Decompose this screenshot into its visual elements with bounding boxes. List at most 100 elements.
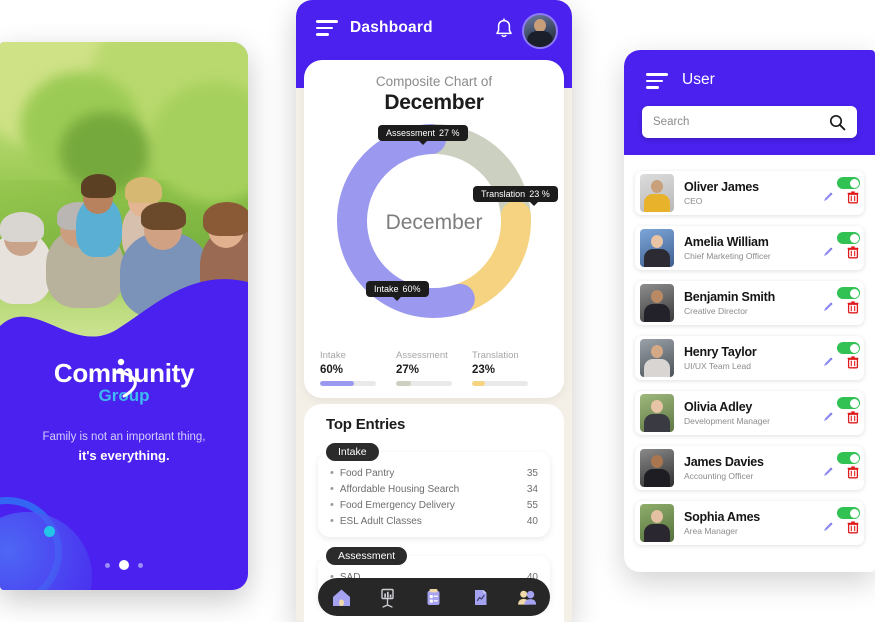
user-role: Chief Marketing Officer <box>684 251 771 262</box>
blob-decoration <box>0 512 92 590</box>
tagline-line-1: Family is not an important thing, <box>42 431 206 443</box>
pager-dot-active[interactable] <box>119 560 129 570</box>
user-row[interactable]: Sophia Ames Area Manager <box>635 501 864 545</box>
trash-delete-icon[interactable] <box>847 356 859 374</box>
entry-group: Intake • Food Pantry 35 • Affordable Housing … <box>318 442 550 537</box>
pager-dot[interactable] <box>138 562 143 568</box>
report-document-icon[interactable] <box>469 586 491 608</box>
user-avatar <box>640 504 674 542</box>
onboarding-panel: Community Group Family is not an importa… <box>0 42 248 590</box>
trash-delete-icon[interactable] <box>847 521 859 539</box>
entry-row: • Food Pantry 35 <box>330 465 538 481</box>
trash-delete-icon[interactable] <box>847 466 859 484</box>
entry-name: Affordable Housing Search <box>339 483 460 495</box>
status-toggle[interactable] <box>837 452 860 464</box>
trash-delete-icon[interactable] <box>847 191 859 209</box>
user-row-actions <box>820 281 864 325</box>
user-text: Henry Taylor UI/UX Team Lead <box>674 345 820 371</box>
user-avatar <box>640 449 674 487</box>
user-row-actions <box>820 336 864 380</box>
pager-dot[interactable] <box>105 562 110 568</box>
entry-row: • Affordable Housing Search 34 <box>330 481 538 497</box>
user-row-actions <box>820 391 864 435</box>
user-row[interactable]: Amelia William Chief Marketing Officer <box>635 226 864 270</box>
entry-value: 34 <box>526 483 538 495</box>
legend-value: 27% <box>396 364 420 376</box>
chart-label-assessment-name: Assessment <box>386 128 436 138</box>
search-box[interactable] <box>642 106 857 138</box>
user-row[interactable]: Olivia Adley Development Manager <box>635 391 864 435</box>
user-avatar <box>640 174 674 212</box>
status-toggle[interactable] <box>837 342 860 354</box>
hamburger-icon[interactable] <box>316 20 338 36</box>
user-avatar <box>640 284 674 322</box>
user-role: Area Manager <box>684 526 738 537</box>
status-toggle[interactable] <box>837 177 860 189</box>
user-row[interactable]: James Davies Accounting Officer <box>635 446 864 490</box>
legend-name: Assessment <box>396 350 448 361</box>
page-title: Dashboard <box>350 19 433 36</box>
tagline: Family is not an important thing, it's e… <box>0 429 248 466</box>
legend-name: Intake <box>320 350 346 361</box>
entry-value: 35 <box>526 467 538 479</box>
entry-row: • Food Emergency Delivery 55 <box>330 497 538 513</box>
legend-value: 60% <box>320 364 344 376</box>
cyan-dot-decoration <box>44 526 55 537</box>
user-text: Olivia Adley Development Manager <box>674 400 820 426</box>
entry-name: Food Emergency Delivery <box>339 499 455 511</box>
user-name: Sophia Ames <box>684 509 760 524</box>
user-avatar <box>640 339 674 377</box>
composite-chart-card: Composite Chart of December December Ass… <box>304 60 564 398</box>
pencil-edit-icon[interactable] <box>822 190 834 208</box>
user-row-actions <box>820 501 864 545</box>
user-row[interactable]: Oliver James CEO <box>635 171 864 215</box>
user-role: Creative Director <box>684 306 748 317</box>
carousel-pager[interactable] <box>0 560 248 570</box>
pencil-edit-icon[interactable] <box>822 355 834 373</box>
trash-delete-icon[interactable] <box>847 411 859 429</box>
user-row-actions <box>820 226 864 270</box>
clipboard-list-icon[interactable] <box>423 586 445 608</box>
bullet-icon: • <box>330 514 334 527</box>
people-group-icon[interactable] <box>516 586 538 608</box>
chart-label-intake-name: Intake <box>374 284 399 294</box>
user-row[interactable]: Henry Taylor UI/UX Team Lead <box>635 336 864 380</box>
pencil-edit-icon[interactable] <box>822 245 834 263</box>
user-text: Sophia Ames Area Manager <box>674 510 820 536</box>
entry-row: • ESL Adult Classes 40 <box>330 513 538 529</box>
chart-subtitle: Composite Chart of <box>375 74 493 89</box>
status-toggle[interactable] <box>837 232 860 244</box>
top-entries-title: Top Entries <box>326 416 406 433</box>
status-toggle[interactable] <box>837 287 860 299</box>
tagline-line-2: it's everything. <box>78 448 170 464</box>
donut-chart: December Assessment 27 % Translation 23 % … <box>304 119 564 324</box>
user-row-actions <box>820 171 864 215</box>
hamburger-icon[interactable] <box>646 73 668 89</box>
home-icon[interactable] <box>330 586 352 608</box>
pencil-edit-icon[interactable] <box>822 300 834 318</box>
pencil-edit-icon[interactable] <box>822 465 834 483</box>
search-input[interactable] <box>642 115 829 129</box>
status-toggle[interactable] <box>837 397 860 409</box>
user-name: Amelia William <box>684 234 769 249</box>
status-toggle[interactable] <box>837 507 860 519</box>
avatar[interactable] <box>522 13 558 49</box>
chart-easel-icon[interactable] <box>377 586 399 608</box>
entry-value: 55 <box>526 499 538 511</box>
user-avatar <box>640 229 674 267</box>
user-text: Amelia William Chief Marketing Officer <box>674 235 820 261</box>
bullet-icon: • <box>330 498 334 511</box>
pencil-edit-icon[interactable] <box>822 410 834 428</box>
trash-delete-icon[interactable] <box>847 301 859 319</box>
trash-delete-icon[interactable] <box>847 246 859 264</box>
search-icon[interactable] <box>829 114 846 131</box>
user-row[interactable]: Benjamin Smith Creative Director <box>635 281 864 325</box>
pencil-edit-icon[interactable] <box>822 520 834 538</box>
user-name: James Davies <box>684 454 764 469</box>
chart-legend: Intake 60% Assessment 27% Translation 23… <box>304 350 564 386</box>
user-panel-header: User <box>624 50 875 155</box>
chart-label-translation-name: Translation <box>481 189 526 199</box>
bottom-navigation[interactable] <box>318 578 550 616</box>
notification-bell-icon[interactable] <box>494 18 514 40</box>
legend-bar <box>320 381 376 386</box>
